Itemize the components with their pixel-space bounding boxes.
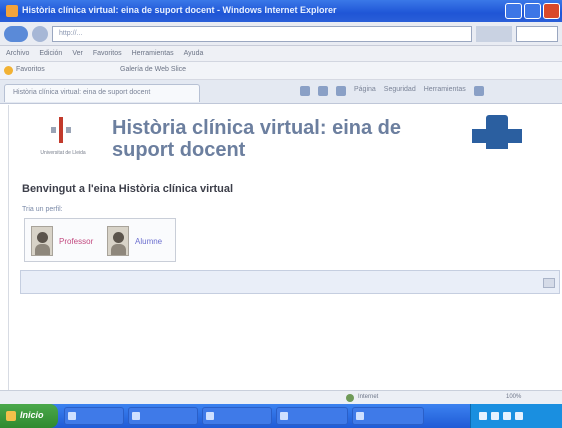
start-button[interactable]: Inicio: [0, 404, 58, 428]
notice-close-button[interactable]: [543, 278, 555, 288]
url-input[interactable]: http://...: [52, 26, 472, 42]
internet-zone-icon: [346, 394, 354, 402]
menu-bar: Archivo Edición Ver Favoritos Herramient…: [0, 46, 562, 62]
close-button[interactable]: [543, 3, 560, 19]
feeds-icon[interactable]: [318, 86, 328, 96]
maximize-button[interactable]: [524, 3, 541, 19]
profile-label: Alumne: [135, 236, 163, 246]
university-logo: Universitat de Lleida: [28, 117, 98, 162]
menu-item-ver[interactable]: Ver: [72, 50, 83, 57]
page-content: Universitat de Lleida Història clínica v…: [0, 105, 562, 390]
tab-bar: Història clínica virtual: eina de suport…: [0, 80, 562, 104]
home-icon[interactable]: [300, 86, 310, 96]
window-title: Història clínica virtual: eina de suport…: [22, 5, 337, 15]
taskbar-item-5[interactable]: [352, 407, 424, 425]
window-title-bar[interactable]: Història clínica virtual: eina de suport…: [0, 0, 562, 22]
welcome-heading: Benvingut a l'eina Història clínica virt…: [22, 183, 234, 195]
tray-icon-4[interactable]: [515, 412, 523, 420]
tab-label: Història clínica virtual: eina de suport…: [13, 89, 151, 96]
favorites-star-icon[interactable]: [4, 66, 13, 75]
back-button[interactable]: [4, 26, 28, 42]
tray-icon-3[interactable]: [503, 412, 511, 420]
taskbar-item-4[interactable]: [276, 407, 348, 425]
command-bar: Página Seguridad Herramientas: [300, 86, 484, 96]
url-text: http://...: [59, 30, 83, 37]
print-icon[interactable]: [336, 86, 346, 96]
institution-logo: [472, 115, 562, 165]
security-zone[interactable]: Internet: [358, 394, 378, 400]
window-controls: [505, 3, 560, 19]
menu-item-herramientas[interactable]: Herramientas: [132, 50, 174, 57]
address-bar: http://...: [0, 22, 562, 46]
profile-option-student[interactable]: Alumne: [107, 223, 162, 259]
professor-avatar-icon: [31, 226, 53, 256]
minimize-button[interactable]: [505, 3, 522, 19]
menu-item-archivo[interactable]: Archivo: [6, 50, 29, 57]
command-page[interactable]: Página: [354, 86, 376, 96]
zoom-level[interactable]: 100%: [506, 394, 521, 400]
tray-icon-1[interactable]: [479, 412, 487, 420]
refresh-stop-controls[interactable]: [476, 26, 512, 42]
taskbar-item-1[interactable]: [64, 407, 124, 425]
start-label: Inicio: [20, 410, 44, 420]
favorites-button[interactable]: Favoritos: [16, 66, 45, 76]
profile-prompt: Tria un perfil:: [22, 206, 63, 213]
windows-flag-icon: [6, 411, 16, 421]
profile-selector: Professor Alumne: [24, 218, 176, 262]
page-title: Història clínica virtual: eina de suport…: [112, 117, 401, 161]
web-slice-gallery-link[interactable]: Galería de Web Slice: [120, 66, 186, 76]
forward-button[interactable]: [32, 26, 48, 42]
profile-option-professor[interactable]: Professor: [31, 223, 93, 259]
system-tray: [470, 404, 562, 428]
command-security[interactable]: Seguridad: [384, 86, 416, 96]
profile-label: Professor: [59, 236, 94, 246]
university-caption: Universitat de Lleida: [40, 150, 86, 156]
taskbar-item-2[interactable]: [128, 407, 198, 425]
menu-item-edicion[interactable]: Edición: [39, 50, 62, 57]
menu-item-ayuda[interactable]: Ayuda: [184, 50, 204, 57]
internet-explorer-icon: [6, 5, 18, 17]
student-avatar-icon: [107, 226, 129, 256]
favorites-bar: Favoritos Galería de Web Slice: [0, 62, 562, 80]
tray-icon-2[interactable]: [491, 412, 499, 420]
university-emblem-icon: [48, 117, 74, 143]
taskbar-item-3[interactable]: [202, 407, 272, 425]
search-input[interactable]: [516, 26, 558, 42]
notice-bar: [20, 270, 560, 294]
page-border: [8, 105, 9, 390]
command-tools[interactable]: Herramientas: [424, 86, 466, 96]
help-icon[interactable]: [473, 86, 484, 96]
menu-item-favoritos[interactable]: Favoritos: [93, 50, 122, 57]
status-bar: Internet 100%: [0, 390, 562, 404]
taskbar: Inicio: [0, 404, 562, 428]
tab-active[interactable]: Història clínica virtual: eina de suport…: [4, 84, 200, 102]
